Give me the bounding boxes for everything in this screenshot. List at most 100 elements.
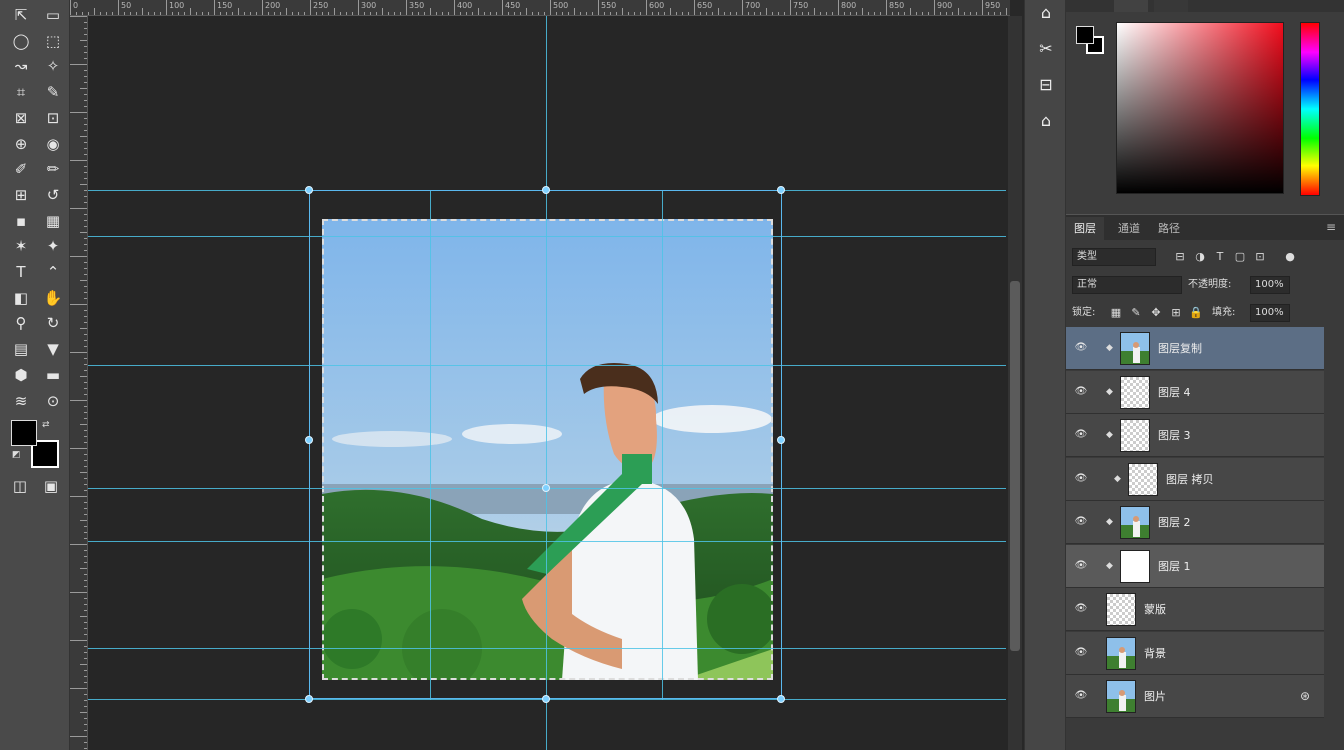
visibility-eye-icon[interactable]: 👁: [1074, 602, 1088, 616]
tab-paths[interactable]: 路径: [1150, 217, 1188, 241]
visibility-eye-icon[interactable]: 👁: [1074, 559, 1088, 573]
foreground-color-swatch[interactable]: [11, 420, 37, 446]
layer-thumbnail[interactable]: [1120, 506, 1150, 539]
filter-smart-object-icon[interactable]: ⊡: [1252, 249, 1268, 265]
hue-slider[interactable]: [1300, 22, 1320, 196]
layer-row[interactable]: 👁 ◆ 图层 4: [1066, 370, 1324, 414]
brush-settings-icon[interactable]: ✂: [1031, 36, 1061, 62]
transform-handle-top[interactable]: [542, 186, 550, 194]
lock-image-icon[interactable]: ✎: [1128, 305, 1144, 321]
layer-name[interactable]: 图层 4: [1158, 384, 1191, 400]
layer-thumbnail[interactable]: [1106, 593, 1136, 626]
transform-reference-point[interactable]: [542, 484, 550, 492]
layer-row[interactable]: 👁 ◆ 图层 3: [1066, 414, 1324, 457]
visibility-eye-icon[interactable]: 👁: [1074, 428, 1088, 442]
gradient-tool-icon[interactable]: ▦: [42, 211, 64, 231]
transform-handle-top-left[interactable]: [305, 186, 313, 194]
panel-menu-icon[interactable]: ≡: [1326, 220, 1336, 234]
tab-channels[interactable]: 通道: [1110, 217, 1148, 241]
path-select-tool-icon[interactable]: ⌃: [42, 262, 64, 282]
clone-source-icon[interactable]: ⊟: [1031, 72, 1061, 98]
type-tool-icon[interactable]: T: [10, 262, 32, 282]
hand-tool-icon[interactable]: ✋: [42, 288, 64, 308]
layer-row[interactable]: 👁 背景: [1066, 631, 1324, 675]
blur-tool-icon[interactable]: ✶: [10, 236, 32, 256]
transform-bounding-box[interactable]: [309, 190, 782, 699]
3d-tool-icon[interactable]: ⬢: [10, 365, 32, 385]
color-tab[interactable]: [1114, 0, 1148, 12]
shape-tool-icon[interactable]: ◧: [10, 288, 32, 308]
transform-handle-top-right[interactable]: [777, 186, 785, 194]
quick-select-tool-icon[interactable]: ↝: [10, 56, 32, 76]
smudge-tool-icon[interactable]: ≋: [10, 391, 32, 411]
default-colors-icon[interactable]: ◩: [12, 450, 24, 462]
quick-mask-icon[interactable]: ◫: [9, 476, 31, 496]
dodge-tool-icon[interactable]: ✦: [42, 236, 64, 256]
visibility-eye-icon[interactable]: 👁: [1074, 689, 1088, 703]
layer-row[interactable]: 👁 ◆ 图层 2: [1066, 501, 1324, 544]
swap-colors-icon[interactable]: ⇄: [42, 420, 56, 432]
ruler-top[interactable]: 0 50 100 150 200 250 300 350 400 450 500 550 600 650 7…: [70, 0, 1010, 16]
visibility-eye-icon[interactable]: 👁: [1074, 515, 1088, 529]
move-tool-icon[interactable]: ⇱: [10, 5, 32, 25]
crop-tool-icon[interactable]: ⌗: [10, 82, 32, 102]
visibility-eye-icon[interactable]: 👁: [1074, 472, 1088, 486]
transform-handle-bottom-right[interactable]: [777, 695, 785, 703]
mixer-brush-tool-icon[interactable]: ⊙: [42, 391, 64, 411]
canvas-vertical-scrollbar[interactable]: [1008, 16, 1022, 750]
layer-thumbnail[interactable]: [1120, 332, 1150, 365]
ruler-left[interactable]: [70, 16, 88, 750]
filter-type-icon[interactable]: T: [1212, 249, 1228, 265]
filter-shape-icon[interactable]: ▢: [1232, 249, 1248, 265]
zoom-tool-icon[interactable]: ⚲: [10, 313, 32, 333]
layer-name[interactable]: 图层 3: [1158, 427, 1191, 443]
layer-name[interactable]: 图层 1: [1158, 558, 1191, 574]
visibility-eye-icon[interactable]: 👁: [1074, 385, 1088, 399]
transform-handle-bottom-left[interactable]: [305, 695, 313, 703]
lock-transparent-icon[interactable]: ▦: [1108, 305, 1124, 321]
layer-row[interactable]: 👁 ◆ 图层复制: [1066, 327, 1324, 370]
tab-layers[interactable]: 图层: [1066, 217, 1104, 241]
layer-name[interactable]: 蒙版: [1144, 601, 1166, 617]
eraser-tool-icon[interactable]: ▪: [10, 211, 32, 231]
layer-thumbnail[interactable]: [1120, 375, 1150, 409]
filter-toggle-icon[interactable]: ●: [1282, 249, 1298, 265]
brush-tool-icon[interactable]: ◉: [42, 134, 64, 154]
fill-input[interactable]: 100%: [1250, 304, 1290, 322]
layer-thumbnail[interactable]: [1120, 549, 1150, 583]
pen-tool-icon[interactable]: ✐: [10, 159, 32, 179]
count-tool-icon[interactable]: ▼: [42, 339, 64, 359]
layer-name[interactable]: 图片: [1144, 688, 1166, 704]
spot-heal-tool-icon[interactable]: ⊕: [10, 134, 32, 154]
rotate-view-tool-icon[interactable]: ↻: [42, 313, 64, 333]
opacity-input[interactable]: 100%: [1250, 276, 1290, 294]
eyedropper-tool-icon[interactable]: ✎: [42, 82, 64, 102]
layer-name[interactable]: 背景: [1144, 645, 1166, 661]
layer-name[interactable]: 图层复制: [1158, 340, 1202, 356]
color-picker-field[interactable]: [1116, 22, 1284, 194]
layer-row[interactable]: 👁 图片 ⊛: [1066, 675, 1324, 718]
layer-row[interactable]: 👁 蒙版: [1066, 588, 1324, 631]
history-brush-tool-icon[interactable]: ↺: [42, 185, 64, 205]
artboard-tool-icon[interactable]: ▭: [42, 5, 64, 25]
ruler-tool-icon[interactable]: ▬: [42, 365, 64, 385]
stamp-tool-icon[interactable]: ⊞: [10, 185, 32, 205]
frame-tool-icon[interactable]: ⊠: [10, 108, 32, 128]
lock-position-icon[interactable]: ✥: [1148, 305, 1164, 321]
screen-mode-icon[interactable]: ▣: [40, 476, 62, 496]
visibility-eye-icon[interactable]: 👁: [1074, 646, 1088, 660]
layer-row[interactable]: 👁 ◆ 图层 1: [1066, 544, 1324, 588]
lasso-tool-icon[interactable]: ◯: [10, 31, 32, 51]
pencil-tool-icon[interactable]: ✏: [42, 159, 64, 179]
note-tool-icon[interactable]: ▤: [10, 339, 32, 359]
filter-pixel-icon[interactable]: ⊟: [1172, 249, 1188, 265]
transform-handle-left[interactable]: [305, 436, 313, 444]
layer-thumbnail[interactable]: [1120, 419, 1150, 452]
magic-wand-tool-icon[interactable]: ✧: [42, 56, 64, 76]
scrollbar-thumb[interactable]: [1010, 281, 1020, 651]
patch-tool-icon[interactable]: ⊡: [42, 108, 64, 128]
lock-artboard-icon[interactable]: ⊞: [1168, 305, 1184, 321]
layer-thumbnail[interactable]: [1128, 462, 1158, 496]
marquee-tool-icon[interactable]: ⬚: [42, 31, 64, 51]
properties-icon[interactable]: ⌂: [1031, 108, 1061, 134]
